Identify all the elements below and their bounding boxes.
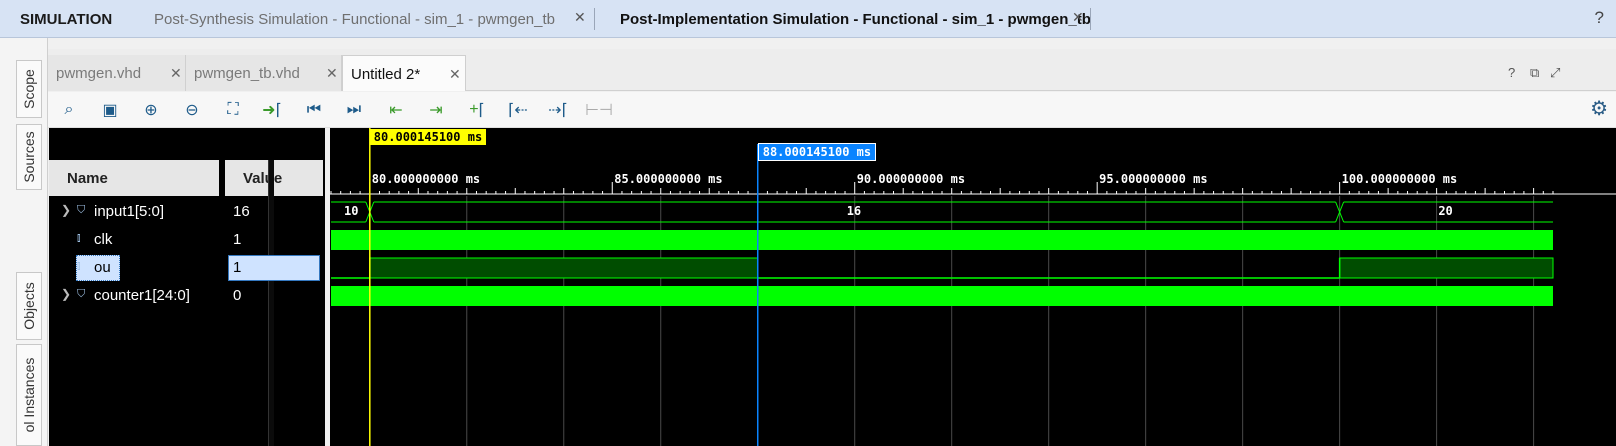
side-tab-protocol-instances[interactable]: ol Instances (16, 344, 42, 446)
help-icon[interactable]: ? (1508, 65, 1515, 80)
tab-pwmgen-vhd[interactable]: pwmgen.vhd ✕ (48, 55, 186, 91)
previous-marker-icon[interactable]: ⌈⇠ (505, 98, 531, 122)
counter1-waveform (331, 286, 1553, 306)
signal-value: 16 (233, 203, 250, 220)
signal-row-ou[interactable]: ⫾ ou 1 (49, 255, 325, 281)
bus-value-label: 10 (344, 204, 359, 218)
previous-transition-icon[interactable]: ⇤ (383, 98, 409, 122)
signal-row-input1[interactable]: ❯ ⛉ input1[5:0] 16 (49, 199, 325, 225)
editor-tab-row: pwmgen.vhd ✕ pwmgen_tb.vhd ✕ Untitled 2*… (48, 49, 1616, 91)
side-tab-scope[interactable]: Scope (16, 60, 42, 118)
next-marker-icon[interactable]: ⇢⌈ (545, 98, 571, 122)
go-to-time-zero-icon[interactable]: ⏮ (301, 98, 327, 122)
name-column-header[interactable]: Name (49, 160, 221, 196)
ruler-tick-label: 95.000000000 ms (1099, 172, 1208, 186)
next-transition-icon[interactable]: ⇥ (423, 98, 449, 122)
expand-icon[interactable]: ❯ (61, 287, 71, 301)
tab-label: pwmgen_tb.vhd (194, 65, 300, 82)
selected-value-highlight (228, 255, 320, 281)
expand-icon[interactable]: ❯ (61, 203, 71, 217)
ruler-tick-label: 90.000000000 ms (856, 172, 966, 186)
signal-value: 0 (233, 287, 242, 304)
tab-post-synthesis[interactable]: Post-Synthesis Simulation - Functional -… (154, 11, 555, 28)
save-icon[interactable]: ▣ (97, 98, 123, 122)
swap-cursors-icon[interactable]: ⊢⊣ (585, 98, 613, 122)
tab-untitled-2[interactable]: Untitled 2* ✕ (342, 55, 466, 91)
ruler-tick-label: 85.000000000 ms (614, 172, 723, 186)
name-column-label: Name (67, 170, 108, 187)
simulation-title: SIMULATION (20, 11, 113, 28)
bus-value-label: 20 (1438, 204, 1453, 218)
close-icon[interactable]: ✕ (1072, 9, 1084, 26)
signal-row-counter1[interactable]: ❯ ⛉ counter1[24:0] 0 (49, 283, 325, 309)
signal-list-panel: Name Value ❯ ⛉ input1[5:0] 16 ⫾ clk 1 ⫾ … (49, 128, 325, 446)
side-tab-label: Objects (21, 282, 37, 330)
restore-icon[interactable]: ⧉ (1530, 65, 1539, 81)
zoom-fit-icon[interactable]: ⛶ (220, 98, 246, 122)
simulation-bar: SIMULATION Post-Synthesis Simulation - F… (0, 0, 1616, 38)
bit-signal-icon: ⫾ (77, 260, 81, 272)
ruler-tick-label: 100.000000000 ms (1341, 172, 1458, 186)
side-tab-rail: Scope Sources Objects ol Instances (0, 38, 48, 446)
vivado-simulation-window: SIMULATION Post-Synthesis Simulation - F… (0, 0, 1616, 446)
signal-value: 1 (233, 231, 242, 248)
tab-label: pwmgen.vhd (56, 65, 142, 82)
add-marker-icon[interactable]: + ⌈ (464, 98, 490, 122)
value-column-label: Value (243, 170, 283, 187)
primary-cursor-label[interactable]: 80.000145100 ms (369, 129, 487, 145)
settings-icon[interactable]: ⚙ (1590, 96, 1608, 121)
tab-post-implementation[interactable]: Post-Implementation Simulation - Functio… (620, 11, 1091, 28)
tab-pwmgen-tb-vhd[interactable]: pwmgen_tb.vhd ✕ (186, 55, 342, 91)
side-tab-label: Sources (21, 131, 37, 183)
close-icon[interactable]: ✕ (449, 66, 461, 83)
ou-high-segment (369, 257, 759, 279)
waveform-viewer[interactable]: 80.000145100 ms 88.000145100 ms 80.00000… (330, 128, 1616, 446)
signal-row-clk[interactable]: ⫾ clk 1 (49, 227, 325, 253)
wave-toolbar: ⌕ ▣ ⊕ ⊖ ⛶ ➜ ⌈ ⏮ ⏭ ⇤ ⇥ + ⌈ ⌈⇠ ⇢⌈ ⊢⊣ ⚙ (48, 92, 1616, 128)
search-icon[interactable]: ⌕ (56, 98, 82, 122)
side-tab-objects[interactable]: Objects (16, 272, 42, 340)
zoom-in-icon[interactable]: ⊕ (138, 98, 164, 122)
bus-value-label: 16 (846, 204, 862, 218)
side-tab-sources[interactable]: Sources (16, 124, 42, 190)
side-tab-label: Scope (21, 69, 37, 109)
go-to-cursor-icon[interactable]: ➜ ⌈ (259, 98, 285, 122)
go-to-last-time-icon[interactable]: ⏭ (341, 98, 367, 122)
value-column-header[interactable]: Value (225, 160, 325, 196)
tab-label: Untitled 2* (351, 66, 421, 83)
bus-icon: ⛉ (77, 288, 86, 300)
signal-name: input1[5:0] (94, 203, 165, 220)
signal-name: counter1[24:0] (94, 287, 190, 304)
secondary-cursor-label[interactable]: 88.000145100 ms (757, 143, 877, 161)
side-tab-label: ol Instances (21, 357, 37, 433)
signal-name: ou (94, 259, 111, 276)
close-icon[interactable]: ✕ (574, 9, 586, 26)
bus-icon: ⛉ (77, 204, 86, 216)
maximize-icon[interactable]: ⤢ (1550, 65, 1560, 81)
signal-value: 1 (233, 259, 242, 276)
ou-high-segment (1339, 257, 1554, 279)
zoom-out-icon[interactable]: ⊖ (179, 98, 205, 122)
bit-signal-icon: ⫾ (77, 232, 81, 244)
tab-separator (594, 8, 595, 30)
close-icon[interactable]: ✕ (170, 65, 182, 82)
help-icon[interactable]: ? (1595, 8, 1604, 28)
signal-name: clk (94, 231, 113, 248)
close-icon[interactable]: ✕ (326, 65, 338, 82)
ruler-tick-label: 80.000000000 ms (371, 172, 481, 186)
clk-waveform (331, 230, 1553, 250)
tab-separator (1090, 8, 1091, 30)
